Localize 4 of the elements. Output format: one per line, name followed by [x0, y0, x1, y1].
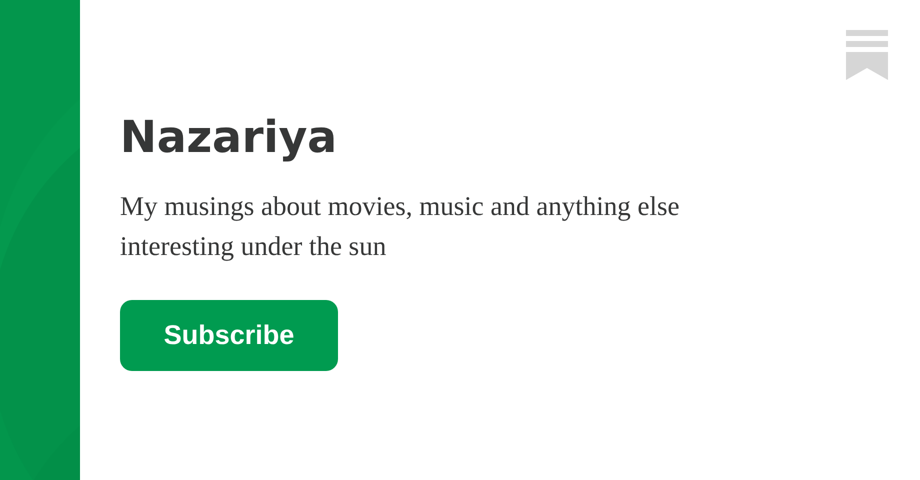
publication-description: My musings about movies, music and anything else interesting under the sun	[120, 190, 680, 263]
subscribe-button[interactable]: Subscribe	[120, 300, 338, 371]
bookmark-icon	[846, 30, 888, 80]
publication-title: Nazariya	[120, 111, 338, 165]
